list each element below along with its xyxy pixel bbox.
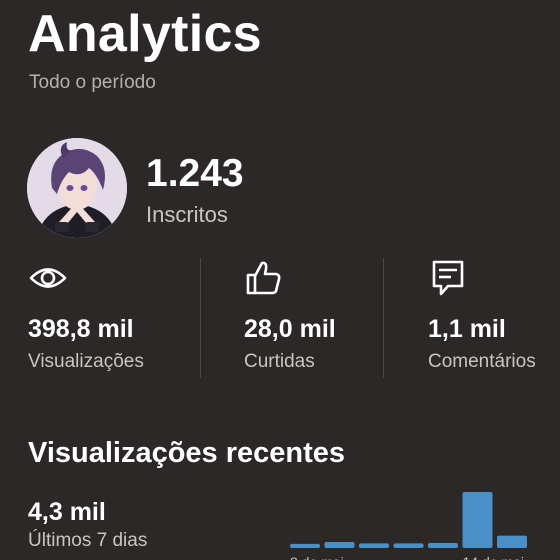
- period-selector[interactable]: Todo o período: [29, 72, 156, 94]
- recent-views-title: Visualizações recentes: [28, 437, 346, 469]
- comments-value: 1,1 mil: [428, 315, 506, 343]
- recent-views-value: 4,3 mil: [28, 498, 106, 526]
- thumbs-up-icon: [244, 258, 284, 298]
- recent-views-period: Últimos 7 dias: [28, 530, 148, 551]
- recent-views-chart[interactable]: 8 de mai 14 de mai: [286, 480, 536, 560]
- views-value: 398,8 mil: [28, 315, 134, 343]
- subscribers-label: Inscritos: [146, 202, 228, 227]
- stats-divider: [383, 258, 384, 378]
- chart-bar: [393, 543, 424, 548]
- channel-avatar[interactable]: [27, 138, 127, 238]
- comment-icon: [428, 258, 468, 298]
- chart-x-tick-label: 8 de mai: [290, 554, 344, 560]
- likes-value: 28,0 mil: [244, 315, 336, 343]
- eye-icon: [28, 258, 68, 298]
- avatar-image: [27, 138, 127, 238]
- stats-divider: [200, 258, 201, 378]
- chart-bar: [324, 542, 355, 548]
- chart-bar: [497, 535, 527, 548]
- chart-bar: [428, 542, 458, 548]
- chart-bar: [290, 543, 320, 548]
- comments-label: Comentários: [428, 351, 536, 372]
- chart-bar: [462, 492, 493, 548]
- views-label: Visualizações: [28, 351, 144, 372]
- chart-x-tick-label: 14 de mai: [463, 554, 524, 560]
- page-title: Analytics: [28, 5, 262, 63]
- chart-bar: [359, 543, 389, 548]
- chart-canvas: 8 de mai 14 de mai: [290, 492, 527, 560]
- subscribers-count: 1.243: [146, 152, 244, 195]
- likes-label: Curtidas: [244, 351, 315, 372]
